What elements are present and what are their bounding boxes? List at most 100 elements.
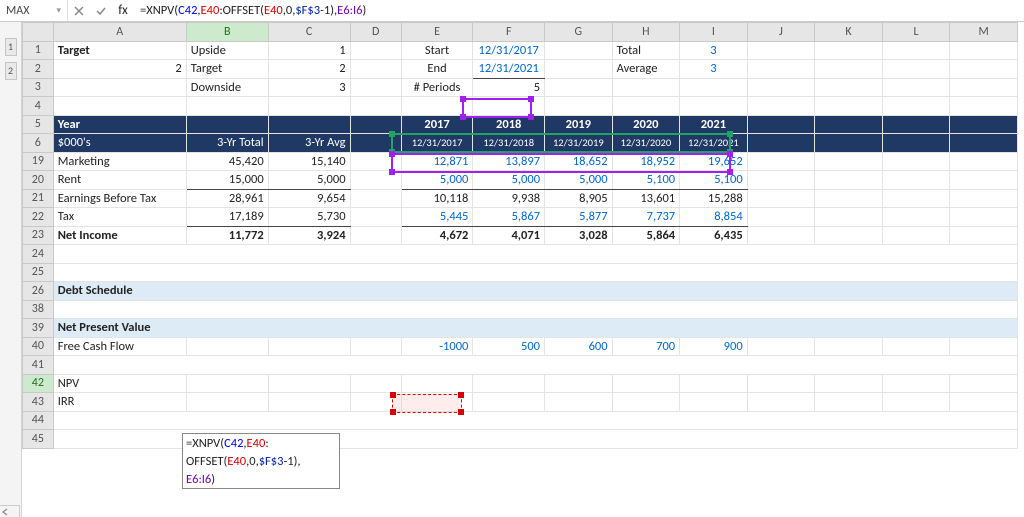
cell-C21[interactable]: 9,654	[268, 189, 350, 208]
row-header[interactable]: 20	[23, 171, 54, 190]
cell-F19[interactable]: 13,897	[473, 152, 545, 171]
cell-E3[interactable]: # Periods	[401, 78, 473, 97]
cell-A26[interactable]: Debt Schedule	[53, 282, 1017, 301]
cell-G6[interactable]: 12/31/2019	[545, 134, 613, 153]
cell-E22[interactable]: 5,445	[401, 208, 473, 227]
cell-B1[interactable]: Upside	[186, 41, 268, 60]
cell-E21[interactable]: 10,118	[401, 189, 473, 208]
row-header[interactable]: 23	[23, 226, 54, 245]
cell-C6[interactable]: 3-Yr Avg	[268, 134, 350, 153]
cell-C20[interactable]: 5,000	[268, 171, 350, 190]
cell-B42[interactable]	[186, 374, 268, 393]
cell-F23[interactable]: 4,071	[473, 226, 545, 245]
cell-C3[interactable]: 3	[268, 78, 350, 97]
cell-I2[interactable]: 3	[680, 60, 748, 79]
cell-D1[interactable]	[350, 41, 401, 60]
insert-function-button[interactable]: fx	[112, 0, 134, 22]
cell-E19[interactable]: 12,871	[401, 152, 473, 171]
row-header[interactable]: 1	[23, 41, 54, 60]
cell-A6[interactable]: $000's	[53, 134, 186, 153]
row-header[interactable]: 19	[23, 152, 54, 171]
row-header[interactable]: 39	[23, 319, 54, 338]
col-A[interactable]: A	[53, 23, 186, 42]
cell-C2[interactable]: 2	[268, 60, 350, 79]
cell-A5[interactable]: Year	[53, 115, 186, 134]
cell-G21[interactable]: 8,905	[545, 189, 613, 208]
row-header[interactable]: 40	[23, 337, 54, 356]
cell-H2[interactable]: Average	[612, 60, 680, 79]
cell-G5[interactable]: 2019	[545, 115, 613, 134]
cell-B20[interactable]: 15,000	[186, 171, 268, 190]
cell-H22[interactable]: 7,737	[612, 208, 680, 227]
cell-F40[interactable]: 500	[473, 337, 545, 356]
cell-H1[interactable]: Total	[612, 41, 680, 60]
cell-C22[interactable]: 5,730	[268, 208, 350, 227]
cell-H21[interactable]: 13,601	[612, 189, 680, 208]
name-box[interactable]: MAX ▾	[0, 0, 68, 21]
row-header[interactable]: 44	[23, 411, 54, 430]
cell-B3[interactable]: Downside	[186, 78, 268, 97]
row-header[interactable]: 4	[23, 97, 54, 116]
cell-I21[interactable]: 15,288	[680, 189, 748, 208]
cell-editor[interactable]: =XNPV(C42,E40: OFFSET(E40,0,$F$3-1), E6:…	[182, 433, 340, 489]
row-header[interactable]: 41	[23, 356, 54, 375]
cell-E23[interactable]: 4,672	[401, 226, 473, 245]
cell-G40[interactable]: 600	[545, 337, 613, 356]
row-header[interactable]: 26	[23, 282, 54, 301]
cell-F6[interactable]: 12/31/2018	[473, 134, 545, 153]
col-E[interactable]: E	[401, 23, 473, 42]
cell-C23[interactable]: 3,924	[268, 226, 350, 245]
col-L[interactable]: L	[882, 23, 950, 42]
col-C[interactable]: C	[268, 23, 350, 42]
col-K[interactable]: K	[815, 23, 883, 42]
cell-I22[interactable]: 8,854	[680, 208, 748, 227]
cell-A2[interactable]: 2	[53, 60, 186, 79]
cell-E6[interactable]: 12/31/2017	[401, 134, 473, 153]
cancel-formula-button[interactable]	[68, 0, 90, 22]
cell-B21[interactable]: 28,961	[186, 189, 268, 208]
cell-B23[interactable]: 11,772	[186, 226, 268, 245]
cell-F5[interactable]: 2018	[473, 115, 545, 134]
row-header[interactable]: 43	[23, 393, 54, 412]
row-header[interactable]: 21	[23, 189, 54, 208]
cell-A22[interactable]: Tax	[53, 208, 186, 227]
row-header[interactable]: 5	[23, 115, 54, 134]
cell-H23[interactable]: 5,864	[612, 226, 680, 245]
cell-G19[interactable]: 18,652	[545, 152, 613, 171]
cell-B2[interactable]: Target	[186, 60, 268, 79]
cell-B19[interactable]: 45,420	[186, 152, 268, 171]
outline-level-1[interactable]: 1	[5, 38, 17, 56]
cell-G20[interactable]: 5,000	[545, 171, 613, 190]
row-header[interactable]: 3	[23, 78, 54, 97]
cell-H5[interactable]: 2020	[612, 115, 680, 134]
col-I[interactable]: I	[680, 23, 748, 42]
cell-A42[interactable]: NPV	[53, 374, 186, 393]
cell-I19[interactable]: 19,652	[680, 152, 748, 171]
select-all-corner[interactable]	[23, 23, 54, 42]
cell-H20[interactable]: 5,100	[612, 171, 680, 190]
cell-E40[interactable]: -1000	[401, 337, 473, 356]
outline-level-2[interactable]: 2	[5, 62, 17, 80]
cell-I1[interactable]: 3	[680, 41, 748, 60]
cell-A39[interactable]: Net Present Value	[53, 319, 1017, 338]
cell-G22[interactable]: 5,877	[545, 208, 613, 227]
formula-input[interactable]: =XNPV(C42,E40:OFFSET(E40,0,$F$3-1),E6:I6…	[134, 0, 1024, 21]
cell-E5[interactable]: 2017	[401, 115, 473, 134]
row-header[interactable]: 6	[23, 134, 54, 153]
row-header[interactable]: 24	[23, 245, 54, 264]
cell-F21[interactable]: 9,938	[473, 189, 545, 208]
row-header[interactable]: 38	[23, 300, 54, 319]
cell-C19[interactable]: 15,140	[268, 152, 350, 171]
cell-E20[interactable]: 5,000	[401, 171, 473, 190]
cell-G23[interactable]: 3,028	[545, 226, 613, 245]
row-header[interactable]: 22	[23, 208, 54, 227]
spreadsheet-grid[interactable]: A B C D E F G H I J K L M	[22, 22, 1018, 449]
cell-C1[interactable]: 1	[268, 41, 350, 60]
col-D[interactable]: D	[350, 23, 401, 42]
enter-formula-button[interactable]	[90, 0, 112, 22]
row-header[interactable]: 42	[23, 374, 54, 393]
cell-A40[interactable]: Free Cash Flow	[53, 337, 186, 356]
cell-E1[interactable]: Start	[401, 41, 473, 60]
row-header[interactable]: 45	[23, 430, 54, 449]
row-header[interactable]: 25	[23, 263, 54, 282]
